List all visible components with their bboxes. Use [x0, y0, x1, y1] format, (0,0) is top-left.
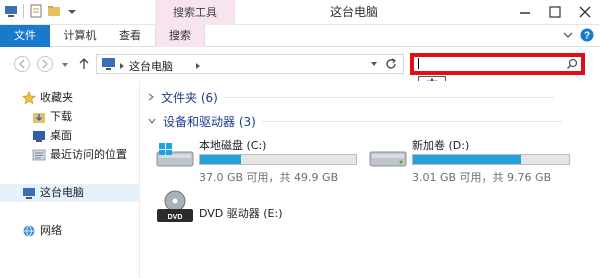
this-pc-icon	[101, 57, 117, 74]
qat-dropdown-icon[interactable]	[65, 4, 79, 18]
tab-view[interactable]: 查看	[105, 25, 155, 47]
tab-file[interactable]: 文件	[0, 25, 50, 47]
star-icon	[22, 91, 36, 105]
sidebar-item-label: 网络	[40, 224, 62, 237]
forward-arrow-icon	[42, 59, 48, 69]
drive-name: DVD 驱动器 (E:)	[199, 207, 283, 220]
sidebar-item-label: 收藏夹	[40, 91, 73, 104]
drive-name: 新加卷 (D:)	[412, 139, 470, 152]
dvd-drive-icon: DVD	[155, 189, 195, 225]
sidebar-item-label: 下载	[50, 110, 72, 123]
drive-usage-bar	[199, 154, 357, 165]
breadcrumb-chevron-icon[interactable]	[195, 60, 201, 73]
group-title: 文件夹 (6)	[161, 91, 218, 105]
sidebar-item-label: 最近访问的位置	[50, 148, 127, 161]
ribbon-expand-icon[interactable]	[562, 29, 574, 44]
recent-locations-icon[interactable]	[60, 60, 70, 73]
sidebar-item-downloads[interactable]: 下载	[32, 108, 72, 126]
hard-drive-icon	[368, 143, 408, 169]
drive-size-text: 3.01 GB 可用，共 9.76 GB	[412, 171, 552, 184]
new-folder-icon[interactable]	[47, 4, 61, 18]
sidebar-item-this-pc[interactable]: 这台电脑	[0, 184, 140, 202]
sidebar-item-recent[interactable]: 最近访问的位置	[32, 146, 127, 164]
navigation-bar: 这台电脑	[0, 47, 600, 81]
back-arrow-icon	[19, 59, 25, 69]
windows-drive-icon	[155, 143, 195, 169]
search-input[interactable]	[410, 53, 585, 75]
devices-group-header[interactable]: 设备和驱动器 (3)	[147, 113, 562, 130]
drive-size-text: 37.0 GB 可用，共 49.9 GB	[199, 171, 339, 184]
drive-usage-bar	[412, 154, 570, 165]
address-bar[interactable]: 这台电脑	[96, 54, 404, 74]
navigation-pane: 收藏夹 下载 桌面 最近访问的位置 这台电脑 网络	[0, 81, 140, 278]
sidebar-item-network[interactable]: 网络	[22, 222, 62, 240]
download-folder-icon	[32, 110, 46, 124]
close-icon	[579, 6, 591, 18]
drive-usage-fill	[200, 155, 241, 164]
this-pc-icon	[22, 186, 36, 200]
qat-separator	[23, 4, 24, 18]
maximize-icon	[549, 6, 561, 18]
minimize-icon	[520, 12, 530, 14]
tab-computer[interactable]: 计算机	[55, 25, 105, 47]
minimize-button[interactable]	[510, 0, 540, 25]
drive-e[interactable]: DVD DVD 驱动器 (E:)	[155, 189, 365, 229]
maximize-button[interactable]	[540, 0, 570, 25]
computer-icon[interactable]	[4, 4, 18, 18]
window-controls	[510, 0, 600, 25]
tab-search[interactable]: 搜索	[155, 25, 205, 47]
svg-text:DVD: DVD	[168, 214, 183, 221]
title-bar: 搜索工具 这台电脑	[0, 0, 600, 25]
drive-usage-fill	[413, 155, 521, 164]
drive-c[interactable]: 本地磁盘 (C:) 37.0 GB 可用，共 49.9 GB	[155, 137, 365, 184]
sidebar-item-desktop[interactable]: 桌面	[32, 127, 72, 145]
close-button[interactable]	[570, 0, 600, 25]
help-icon[interactable]: ?	[580, 28, 594, 45]
breadcrumb-chevron-icon[interactable]	[119, 60, 125, 73]
group-divider	[261, 121, 562, 122]
back-button[interactable]	[14, 56, 30, 72]
group-collapse-icon[interactable]	[147, 115, 157, 129]
context-tab-label: 搜索工具	[155, 0, 235, 25]
folders-group-header[interactable]: 文件夹 (6)	[147, 89, 554, 106]
refresh-icon[interactable]	[384, 57, 398, 74]
group-divider	[223, 97, 554, 98]
group-expand-icon[interactable]	[147, 91, 155, 105]
ribbon-right-controls: ?	[562, 28, 594, 45]
up-arrow-icon[interactable]	[78, 57, 90, 74]
desktop-icon	[32, 129, 46, 143]
svg-text:?: ?	[584, 31, 590, 42]
properties-icon[interactable]	[29, 4, 43, 18]
drive-d[interactable]: 新加卷 (D:) 3.01 GB 可用，共 9.76 GB	[368, 137, 578, 184]
content-pane: 文件夹 (6) 设备和驱动器 (3) 本地磁盘 (C:) 37.0 GB 可用，…	[141, 81, 600, 278]
text-cursor	[418, 58, 419, 69]
address-dropdown-icon[interactable]	[369, 59, 379, 72]
quick-access-toolbar	[4, 4, 79, 18]
group-title: 设备和驱动器 (3)	[163, 115, 256, 129]
breadcrumb[interactable]: 这台电脑	[129, 58, 173, 74]
search-icon[interactable]	[566, 58, 578, 73]
recent-places-icon	[32, 148, 46, 162]
sidebar-item-favorites[interactable]: 收藏夹	[22, 89, 73, 107]
ribbon-tabs: 文件 计算机 查看 搜索 ?	[0, 25, 600, 47]
window-title: 这台电脑	[330, 5, 379, 19]
drive-name: 本地磁盘 (C:)	[199, 139, 267, 152]
sidebar-item-label: 桌面	[50, 129, 72, 142]
sidebar-item-label: 这台电脑	[40, 186, 84, 199]
network-icon	[22, 224, 36, 238]
forward-button[interactable]	[37, 56, 53, 72]
